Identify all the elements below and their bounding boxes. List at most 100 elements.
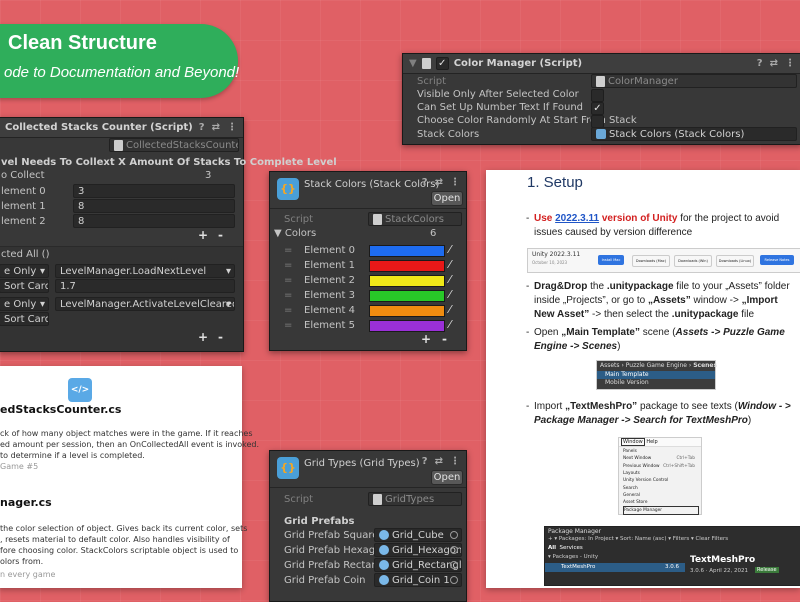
prefab-field[interactable]: Grid_Rectangle: [374, 558, 462, 572]
eyedropper-icon[interactable]: ⁄: [449, 273, 451, 286]
menu-item[interactable]: Unity Version Control: [623, 477, 697, 484]
remove-element-button[interactable]: -: [218, 228, 223, 242]
preset-icon[interactable]: ⇄: [212, 122, 220, 133]
help-icon[interactable]: ?: [199, 122, 205, 133]
help-icon[interactable]: ?: [757, 58, 763, 69]
pm-tab[interactable]: All: [548, 545, 556, 551]
hub-button[interactable]: Install Mac: [598, 255, 624, 265]
drag-handle-icon[interactable]: =: [284, 273, 292, 288]
breadcrumb-item[interactable]: Assets: [600, 362, 620, 369]
foldout-arrow-icon[interactable]: ▼: [409, 58, 417, 69]
runtime-mode-dropdown[interactable]: e Only ▾: [0, 264, 49, 278]
dropdown-arrow-icon: ▾: [225, 299, 231, 310]
add-event-button[interactable]: +: [198, 330, 208, 344]
stack-colors-field[interactable]: Stack Colors (Stack Colors): [591, 127, 797, 141]
drag-handle-icon[interactable]: =: [284, 258, 292, 273]
script-icon: [421, 58, 431, 69]
menu-item[interactable]: Next Window Ctrl+Tab: [623, 455, 697, 462]
preset-icon[interactable]: ⇄: [770, 58, 778, 69]
pm-toolbar[interactable]: + ▾ Packages: In Project ▾ Sort: Name (a…: [548, 536, 728, 542]
prefab-field[interactable]: Grid_Hexagon: [374, 543, 462, 557]
prefab-icon: [379, 575, 389, 585]
color-swatch[interactable]: [369, 320, 445, 332]
enable-checkbox[interactable]: ✓: [435, 57, 449, 70]
add-element-button[interactable]: +: [198, 228, 208, 242]
drag-handle-icon[interactable]: =: [284, 318, 292, 333]
pm-group[interactable]: ▾ Packages - Unity: [548, 554, 598, 560]
pm-tab[interactable]: Services: [560, 545, 583, 551]
object-picker-icon[interactable]: [450, 546, 458, 554]
component-title: Color Manager (Script): [453, 58, 583, 69]
menu-item[interactable]: General: [623, 492, 697, 499]
preset-icon[interactable]: ⇄: [435, 456, 443, 467]
menu-bar-item[interactable]: Help: [646, 439, 657, 445]
unity-version-link[interactable]: 2022.3.11: [555, 213, 599, 224]
menu-item[interactable]: Package Manager: [623, 506, 699, 516]
object-picker-icon[interactable]: [450, 561, 458, 569]
color-swatch[interactable]: [369, 260, 445, 272]
menu-icon[interactable]: ⋮: [450, 456, 460, 467]
scene-item[interactable]: Mobile Version: [605, 379, 649, 387]
target-object-field[interactable]: Sort Cards: [0, 312, 49, 326]
eyedropper-icon[interactable]: ⁄: [449, 288, 451, 301]
menu-item[interactable]: Search: [623, 485, 697, 492]
element-field[interactable]: 8: [73, 199, 235, 213]
drag-handle-icon[interactable]: =: [284, 243, 292, 258]
eyedropper-icon[interactable]: ⁄: [449, 318, 451, 331]
hub-button[interactable]: Downloads (Win): [674, 255, 712, 267]
scriptable-object-icon: {}: [277, 178, 299, 200]
object-picker-icon[interactable]: [450, 531, 458, 539]
menu-item[interactable]: Asset Store: [623, 499, 697, 506]
runtime-mode-dropdown[interactable]: e Only ▾: [0, 297, 49, 311]
menu-icon[interactable]: ⋮: [450, 177, 460, 188]
colors-count[interactable]: 6: [430, 226, 436, 241]
scene-item[interactable]: Main Template: [605, 371, 649, 379]
argument-field[interactable]: 1.7: [55, 279, 235, 293]
element-field[interactable]: 8: [73, 214, 235, 228]
breadcrumb-item[interactable]: Scenes: [693, 362, 717, 369]
menu-item[interactable]: Panels: [623, 448, 697, 455]
open-button[interactable]: Open: [431, 470, 463, 485]
function-dropdown[interactable]: LevelManager.ActivateLevelClearedPanel▾: [55, 297, 235, 311]
target-object-field[interactable]: Sort Cards: [0, 279, 49, 293]
color-swatch[interactable]: [369, 305, 445, 317]
hub-button[interactable]: Downloads (Linux): [716, 255, 754, 267]
component-title: Collected Stacks Counter (Script): [5, 122, 193, 133]
eyedropper-icon[interactable]: ⁄: [449, 303, 451, 316]
drag-handle-icon[interactable]: =: [284, 288, 292, 303]
eyedropper-icon[interactable]: ⁄: [449, 243, 451, 256]
preset-icon[interactable]: ⇄: [435, 177, 443, 188]
add-color-button[interactable]: +: [421, 332, 431, 346]
function-dropdown[interactable]: LevelManager.LoadNextLevel ▾: [55, 264, 235, 278]
help-icon[interactable]: ?: [422, 456, 428, 467]
pm-group-label: Packages - Unity: [552, 554, 599, 560]
colors-foldout[interactable]: ▼ Colors: [274, 226, 316, 241]
breadcrumb-item[interactable]: Puzzle Game Engine: [626, 362, 687, 369]
pm-selected-row[interactable]: TextMeshPro 3.0.6: [545, 563, 685, 572]
menu-icon[interactable]: ⋮: [227, 122, 237, 133]
help-icon[interactable]: ?: [422, 177, 428, 188]
menu-item[interactable]: Layouts: [623, 470, 697, 477]
object-picker-icon[interactable]: [450, 576, 458, 584]
color-swatch[interactable]: [369, 245, 445, 257]
prefab-field[interactable]: Grid_Coin 1: [374, 573, 462, 587]
visible-only-checkbox[interactable]: [591, 89, 604, 102]
remove-event-button[interactable]: -: [218, 330, 223, 344]
menu-item[interactable]: Previous Window Ctrl+Shift+Tab: [623, 463, 697, 470]
element-field[interactable]: 3: [73, 184, 235, 198]
drag-handle-icon[interactable]: =: [284, 303, 292, 318]
color-swatch[interactable]: [369, 275, 445, 287]
hub-button[interactable]: Downloads (Mac): [632, 255, 670, 267]
menu-icon[interactable]: ⋮: [785, 58, 795, 69]
section-header: vel Needs To Collext X Amount Of Stacks …: [1, 157, 337, 168]
open-button[interactable]: Open: [431, 191, 463, 206]
remove-color-button[interactable]: -: [442, 332, 447, 346]
hub-button[interactable]: Release Notes: [760, 255, 794, 265]
grid-types-panel: {} Grid Types (Grid Types) ? ⇄ ⋮ Open Scri…: [269, 450, 467, 602]
step-text: Open: [534, 327, 562, 338]
menu-bar-item[interactable]: Window: [621, 438, 645, 446]
color-swatch[interactable]: [369, 290, 445, 302]
collect-value[interactable]: 3: [205, 168, 211, 183]
eyedropper-icon[interactable]: ⁄: [449, 258, 451, 271]
prefab-field[interactable]: Grid_Cube: [374, 528, 462, 542]
